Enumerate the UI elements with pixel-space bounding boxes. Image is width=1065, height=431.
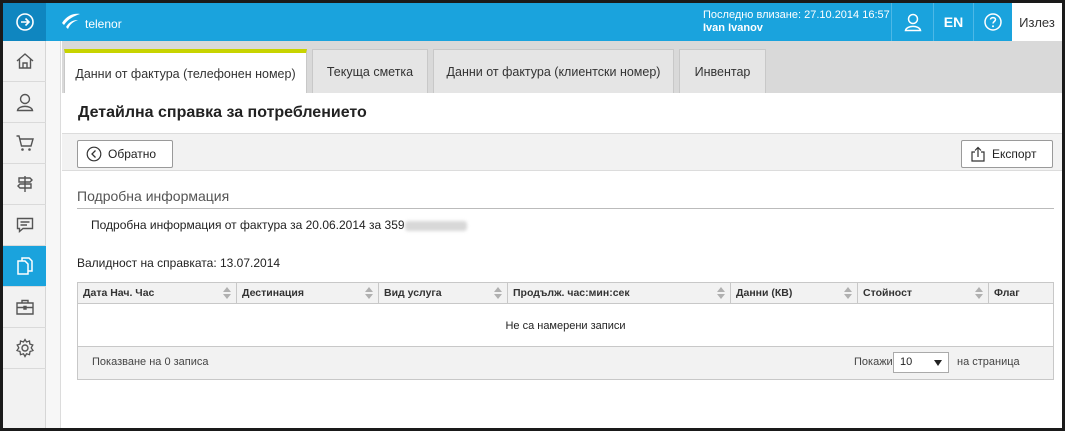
toolbar: Обратно Експорт (62, 133, 1062, 171)
invoice-detail: Подробна информация от фактура за 20.06.… (91, 218, 467, 232)
sidebar-item-shop[interactable] (3, 123, 46, 164)
column-header-destination[interactable]: Дестинация (237, 283, 379, 304)
sort-icon (223, 287, 231, 300)
user-name: Ivan Ivanov (703, 22, 763, 34)
telenor-logo[interactable]: telenor (60, 11, 122, 31)
menu-toggle-button[interactable] (3, 3, 46, 41)
cart-icon (16, 135, 34, 151)
last-login: Последно влизане: 27.10.2014 16:57 (703, 9, 890, 21)
telenor-logo-icon (62, 13, 80, 29)
column-header-label: Данни (КВ) (736, 287, 793, 299)
tab-inventory[interactable]: Инвентар (679, 49, 766, 93)
tab-invoice-phone[interactable]: Данни от фактура (телефонен номер) (64, 49, 307, 94)
sidebar-item-messages[interactable] (3, 205, 46, 246)
user-info: Последно влизане: 27.10.2014 16:57 Ivan … (703, 9, 890, 35)
table-header: Дата Нач. Час Дестинация Вид услуга Прод… (78, 283, 1053, 304)
sort-icon (844, 287, 852, 300)
page-title: Детайлна справка за потреблението (78, 104, 367, 121)
documents-icon (16, 257, 33, 275)
sort-icon (717, 287, 725, 300)
app-window: telenor Последно влизане: 27.10.2014 16:… (0, 0, 1065, 431)
tab-current-account[interactable]: Текуща сметка (312, 49, 428, 93)
help-button[interactable] (973, 3, 1012, 41)
top-bar: telenor Последно влизане: 27.10.2014 16:… (3, 3, 1062, 41)
tab-bar: Данни от фактура (телефонен номер) Текущ… (62, 41, 1062, 94)
tab-invoice-client[interactable]: Данни от фактура (клиентски номер) (433, 49, 674, 93)
dropdown-arrow-icon (934, 360, 942, 366)
sort-icon (494, 287, 502, 300)
report-validity: Валидност на справката: 13.07.2014 (77, 256, 281, 270)
export-button-label: Експорт (992, 147, 1037, 161)
column-header-duration[interactable]: Продълж. час:мин:сек (508, 283, 731, 304)
export-button[interactable]: Експорт (961, 140, 1053, 168)
page-size-label: Покажи (854, 356, 893, 368)
profile-button[interactable] (891, 3, 933, 41)
usage-table: Дата Нач. Час Дестинация Вид услуга Прод… (77, 282, 1054, 380)
column-header-label: Дата Нач. Час (83, 287, 155, 299)
column-header-label: Продълж. час:мин:сек (513, 287, 630, 299)
column-header-start-time[interactable]: Дата Нач. Час (78, 283, 237, 304)
sidebar-item-services[interactable] (3, 164, 46, 205)
column-header-label: Стойност (863, 287, 913, 299)
logout-button[interactable]: Излез (1012, 3, 1062, 41)
table-footer: Показване на 0 записа Покажи 10 на стран… (78, 347, 1053, 379)
sidebar-item-business[interactable] (3, 287, 46, 328)
sidebar-item-home[interactable] (3, 41, 46, 82)
column-header-flag[interactable]: Флаг (989, 283, 1053, 304)
column-header-label: Вид услуга (384, 287, 442, 299)
page-size-select[interactable]: 10 (893, 352, 949, 373)
page-size-value: 10 (900, 356, 913, 368)
sidebar-gap (46, 41, 61, 428)
column-header-label: Дестинация (242, 287, 304, 299)
section-divider (77, 208, 1054, 209)
empty-table-message: Не са намерени записи (78, 305, 1053, 347)
sort-icon (365, 287, 373, 300)
help-icon (984, 13, 1002, 31)
briefcase-icon (15, 299, 34, 315)
arrow-circle-right-icon (15, 13, 34, 31)
records-count: Показване на 0 записа (92, 356, 209, 368)
back-button-label: Обратно (108, 147, 157, 161)
sidebar-item-documents[interactable] (3, 246, 46, 287)
user-icon (904, 13, 921, 32)
gear-icon (15, 338, 34, 358)
column-header-cost[interactable]: Стойност (858, 283, 989, 304)
column-header-service-type[interactable]: Вид услуга (379, 283, 508, 304)
sidebar-item-profile[interactable] (3, 82, 46, 123)
back-arrow-icon (86, 146, 102, 162)
back-button[interactable]: Обратно (77, 140, 173, 168)
column-header-label: Флаг (994, 287, 1020, 299)
home-icon (16, 53, 33, 69)
language-button[interactable]: EN (933, 3, 973, 41)
sidebar-item-settings[interactable] (3, 328, 46, 369)
signpost-icon (16, 176, 33, 192)
redacted-phone-number (404, 220, 467, 231)
sort-icon (975, 287, 983, 300)
chat-icon (16, 217, 33, 234)
invoice-detail-text: Подробна информация от фактура за 20.06.… (91, 218, 405, 232)
section-title: Подробна информация (77, 188, 230, 204)
sidebar (3, 41, 46, 428)
export-icon (971, 146, 985, 162)
page-size-suffix: на страница (957, 356, 1020, 368)
main-content: Детайлна справка за потреблението Обратн… (62, 93, 1062, 428)
brand-name: telenor (85, 17, 122, 31)
column-header-data[interactable]: Данни (КВ) (731, 283, 858, 304)
user-icon (16, 93, 33, 112)
